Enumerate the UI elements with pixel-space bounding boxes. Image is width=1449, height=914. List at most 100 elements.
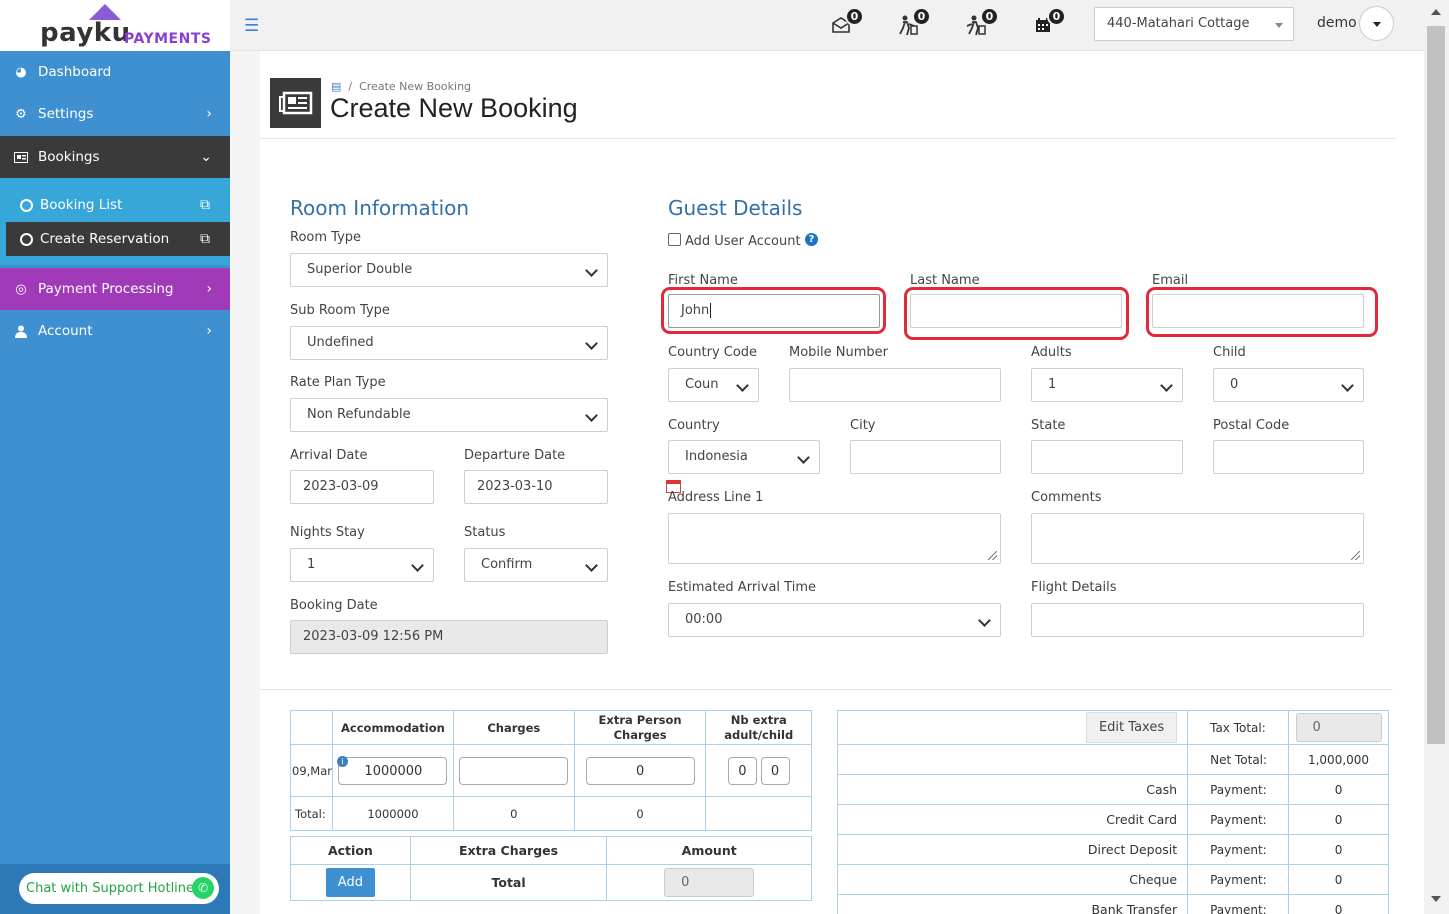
- status-label: Status: [464, 525, 506, 540]
- logo-tag: PAYMENTS: [124, 31, 212, 47]
- email-label: Email: [1152, 273, 1189, 288]
- hotel-select[interactable]: 440-Matahari Cottage: [1094, 7, 1294, 41]
- flight-details-input[interactable]: [1031, 603, 1364, 637]
- email-input[interactable]: [1152, 294, 1364, 328]
- support-label: Chat with Support Hotline: [26, 881, 195, 896]
- country-select[interactable]: Indonesia: [668, 440, 820, 474]
- dashboard-icon: ◕: [15, 64, 27, 80]
- scroll-up-icon[interactable]: [1431, 9, 1441, 15]
- payment-label: Payment:: [1187, 864, 1290, 895]
- inbox-icon[interactable]: 0: [825, 7, 864, 40]
- nights-stay-label: Nights Stay: [290, 525, 365, 540]
- payment-label: Payment:: [1187, 834, 1290, 865]
- payment-label: Payment:: [1187, 774, 1290, 805]
- departure-date-input[interactable]: 2023-03-10: [464, 470, 608, 504]
- tax-total-label: Tax Total:: [1187, 710, 1290, 745]
- scroll-down-icon[interactable]: [1431, 896, 1441, 902]
- payment-method-bank-transfer: Bank Transfer: [836, 894, 1189, 914]
- comments-textarea[interactable]: [1031, 513, 1364, 564]
- accommodation-cell: i 1000000: [332, 744, 454, 797]
- sidebar-item-account[interactable]: Account ›: [0, 310, 230, 352]
- sidebar-item-booking-list[interactable]: Booking List ⧉: [0, 188, 230, 222]
- checkout-icon[interactable]: 0: [960, 7, 999, 40]
- city-label: City: [850, 418, 876, 433]
- menu-toggle-icon[interactable]: ☰: [244, 16, 259, 36]
- payment-method-cheque: Cheque: [836, 864, 1189, 895]
- payment-value-cheque[interactable]: 0: [1288, 864, 1389, 895]
- room-type-value: Superior Double: [307, 262, 413, 277]
- mobile-input[interactable]: [789, 368, 1001, 402]
- country-label: Country: [668, 418, 720, 433]
- status-select[interactable]: Confirm: [464, 548, 608, 582]
- add-extra-charge-button[interactable]: Add: [325, 868, 375, 897]
- nights-stay-select[interactable]: 1: [290, 548, 434, 582]
- payment-value-bank-transfer[interactable]: 0: [1288, 894, 1389, 914]
- city-input[interactable]: [850, 440, 1001, 474]
- country-code-value: Coun: [685, 377, 719, 392]
- sidebar-item-create-reservation[interactable]: Create Reservation ⧉: [6, 222, 230, 256]
- total-extra-person: 0: [573, 796, 707, 831]
- sidebar-item-settings[interactable]: ⚙ Settings ›: [0, 93, 230, 135]
- first-name-input[interactable]: John: [668, 294, 880, 328]
- extra-person-input[interactable]: 0: [585, 756, 695, 785]
- sub-room-type-select[interactable]: Undefined: [290, 326, 608, 360]
- external-link-icon: ⧉: [200, 197, 210, 213]
- charges-header-accommodation: Accommodation: [332, 710, 454, 745]
- eta-select[interactable]: 00:00: [668, 603, 1001, 637]
- sidebar-item-dashboard[interactable]: ◕ Dashboard: [0, 51, 230, 93]
- add-user-checkbox[interactable]: [668, 233, 681, 246]
- address-textarea[interactable]: [668, 513, 1001, 564]
- sidebar-item-payment-processing[interactable]: ◎ Payment Processing ›: [0, 268, 230, 310]
- extra-amount-input: 0: [664, 868, 755, 897]
- child-label: Child: [1213, 345, 1246, 360]
- checkin-icon[interactable]: 0: [892, 7, 931, 40]
- scrollbar-thumb[interactable]: [1427, 26, 1445, 744]
- payment-method-cash: Cash: [836, 774, 1189, 805]
- checkout-count-badge: 0: [980, 7, 999, 26]
- charges-header-charges: Charges: [452, 710, 575, 745]
- support-chat-button[interactable]: Chat with Support Hotline ✆: [19, 873, 219, 904]
- total-extra-count: [705, 796, 812, 831]
- first-name-label: First Name: [668, 273, 738, 288]
- calendar-icon[interactable]: 0: [1027, 7, 1066, 40]
- country-code-select[interactable]: Coun: [668, 368, 759, 402]
- text-cursor: [710, 303, 712, 318]
- address-label: Address Line 1: [668, 490, 764, 505]
- arrival-date-input[interactable]: 2023-03-09: [290, 470, 434, 504]
- extra-adult-input[interactable]: 0: [727, 756, 757, 785]
- totals-table: Edit Taxes Tax Total: 0 Net Total: 1,000…: [836, 710, 1389, 914]
- payment-value-cash[interactable]: 0: [1288, 774, 1389, 805]
- payment-value-credit-card[interactable]: 0: [1288, 804, 1389, 835]
- rate-plan-select[interactable]: Non Refundable: [290, 398, 608, 432]
- sidebar-item-bookings[interactable]: Bookings ⌄: [0, 136, 230, 178]
- child-select[interactable]: 0: [1213, 368, 1364, 402]
- bookings-icon: [14, 150, 28, 164]
- net-total-spacer: [836, 744, 1189, 775]
- accommodation-input[interactable]: 1000000: [338, 756, 448, 785]
- breadcrumb-current: Create New Booking: [359, 80, 472, 93]
- checkin-count-badge: 0: [912, 7, 931, 26]
- extra-child-input[interactable]: 0: [760, 756, 790, 785]
- last-name-input[interactable]: [910, 294, 1122, 328]
- breadcrumb-home-icon[interactable]: ▤: [331, 80, 341, 93]
- user-menu-button[interactable]: [1359, 6, 1394, 41]
- postal-code-input[interactable]: [1213, 440, 1364, 474]
- charges-input[interactable]: [459, 756, 569, 785]
- extra-header-charges: Extra Charges: [409, 836, 608, 865]
- edit-taxes-button[interactable]: Edit Taxes: [1085, 712, 1178, 743]
- logo-text: payku: [40, 18, 131, 48]
- room-type-select[interactable]: Superior Double: [290, 253, 608, 287]
- arrival-date-label: Arrival Date: [290, 448, 368, 463]
- payment-method-credit-card: Credit Card: [836, 804, 1189, 835]
- info-icon[interactable]: i: [337, 756, 348, 767]
- adults-select[interactable]: 1: [1031, 368, 1183, 402]
- payment-value-direct-deposit[interactable]: 0: [1288, 834, 1389, 865]
- state-input[interactable]: [1031, 440, 1183, 474]
- room-info-title: Room Information: [290, 196, 470, 220]
- help-icon[interactable]: ?: [805, 233, 818, 246]
- logo[interactable]: payku PAYMENTS: [0, 0, 230, 51]
- charges-header-extra-person: Extra Person Charges: [573, 710, 707, 745]
- extra-header-amount: Amount: [606, 836, 812, 865]
- first-name-value: John: [681, 303, 710, 318]
- flight-details-label: Flight Details: [1031, 580, 1117, 595]
